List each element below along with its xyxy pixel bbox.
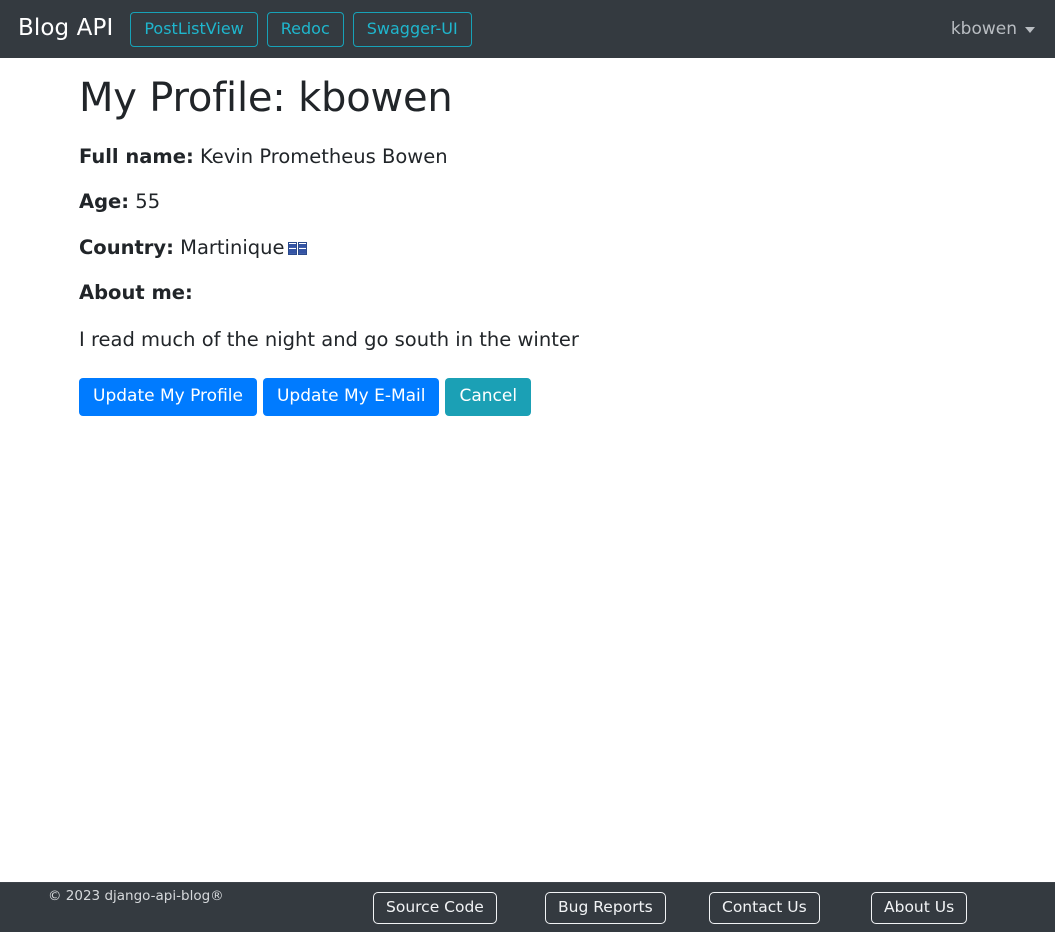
footer-copyright: © 2023 django-api-blog® (48, 888, 224, 904)
navbar: Blog API PostListView Redoc Swagger-UI k… (0, 0, 1055, 58)
footer-inner: © 2023 django-api-blog® Source Code Bug … (0, 883, 1055, 932)
field-full-name-value: Kevin Prometheus Bowen (199, 145, 448, 168)
user-dropdown-toggle[interactable]: kbowen (947, 17, 1037, 42)
action-button-row: Update My Profile Update My E-Mail Cance… (79, 352, 1040, 416)
navbar-links: PostListView Redoc Swagger-UI (130, 11, 472, 47)
footer-link-bug-reports[interactable]: Bug Reports (545, 892, 666, 924)
field-country-label: Country: (79, 235, 174, 259)
page-title: My Profile: kbowen (79, 75, 453, 121)
user-dropdown-label: kbowen (950, 18, 1017, 39)
navbar-brand[interactable]: Blog API (18, 16, 113, 42)
field-full-name-label: Full name: (79, 145, 194, 168)
field-about-me: About me: (79, 260, 1040, 305)
cancel-button[interactable]: Cancel (445, 377, 532, 416)
footer-link-about-us[interactable]: About Us (871, 892, 968, 924)
page-root: Blog API PostListView Redoc Swagger-UI k… (0, 0, 1055, 932)
nav-link-redoc[interactable]: Redoc (266, 11, 344, 47)
about-me-text: I read much of the night and go south in… (79, 327, 579, 351)
nav-link-swagger-ui[interactable]: Swagger-UI (352, 11, 472, 47)
footer-link-contact-us[interactable]: Contact Us (709, 892, 820, 924)
footer: © 2023 django-api-blog® Source Code Bug … (0, 882, 1055, 932)
flag-icon-missing-glyph (287, 241, 307, 255)
field-age-label: Age: (79, 190, 130, 214)
field-country: Country: Martinique (79, 215, 1040, 260)
chevron-down-icon (1025, 27, 1035, 33)
field-about-me-label: About me: (79, 281, 193, 305)
field-country-value: Martinique (180, 235, 285, 259)
main-container: My Profile: kbowen Full name: Kevin Prom… (0, 58, 1055, 416)
footer-link-source-code[interactable]: Source Code (373, 892, 497, 924)
field-age: Age: 55 (79, 169, 1040, 214)
field-age-value: 55 (135, 190, 161, 214)
field-full-name: Full name: Kevin Prometheus Bowen (79, 122, 1040, 169)
update-my-profile-button[interactable]: Update My Profile (79, 377, 257, 416)
update-my-email-button[interactable]: Update My E-Mail (262, 377, 440, 416)
content-inner: My Profile: kbowen Full name: Kevin Prom… (15, 58, 1040, 416)
nav-link-postlistview[interactable]: PostListView (130, 11, 258, 47)
